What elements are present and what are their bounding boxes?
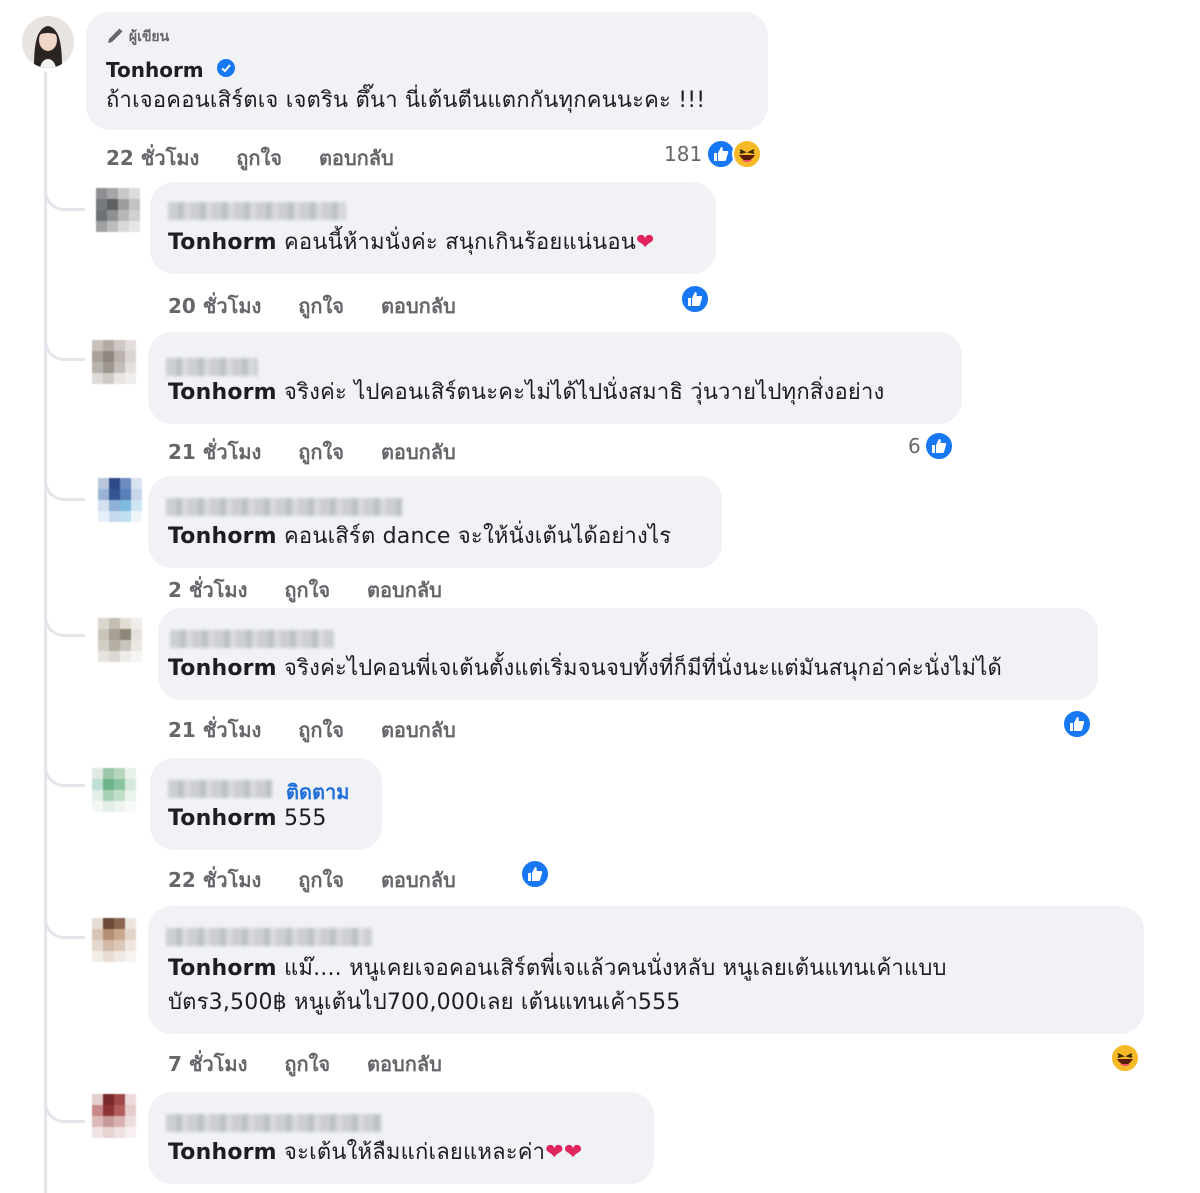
- reply-button[interactable]: ตอบกลับ: [381, 294, 456, 318]
- avatar[interactable]: [98, 478, 142, 522]
- thread-connector: [44, 1094, 85, 1123]
- comment-text: จริงค่ะ ไปคอนเสิร์ตนะคะไม่ได้ไปนั่งสมาธิ…: [284, 380, 885, 405]
- like-button[interactable]: ถูกใจ: [298, 440, 344, 464]
- mention-link[interactable]: Tonhorm: [168, 380, 277, 405]
- like-thumb-icon: [924, 431, 954, 461]
- heart-emoji: ❤❤: [545, 1140, 583, 1165]
- commenter-name[interactable]: [166, 1114, 382, 1132]
- reaction-count[interactable]: 6: [908, 434, 921, 458]
- haha-emoji-icon: [732, 139, 762, 169]
- comment-bubble: Tonhorm จะเต้นให้ลืมแก่เลยแหละค่า❤❤: [148, 1092, 654, 1184]
- thread-connector: [44, 472, 85, 501]
- author-badge: ผู้เขียน: [106, 26, 169, 48]
- mention-link[interactable]: Tonhorm: [168, 230, 277, 255]
- mention-link[interactable]: Tonhorm: [168, 806, 277, 831]
- avatar[interactable]: [92, 768, 136, 812]
- avatar[interactable]: [96, 188, 140, 232]
- comment-bubble: Tonhorm แม๊.... หนูเคยเจอคอนเสิร์ตพี่เจแ…: [148, 906, 1144, 1034]
- comment-time[interactable]: 21 ชั่วโมง: [168, 440, 261, 464]
- comment-bubble: Tonhorm จริงค่ะ ไปคอนเสิร์ตนะคะไม่ได้ไปน…: [148, 332, 962, 424]
- avatar[interactable]: [98, 618, 142, 662]
- mention-link[interactable]: Tonhorm: [168, 524, 277, 549]
- comment-time[interactable]: 22 ชั่วโมง: [106, 146, 199, 170]
- thread-connector: [44, 608, 85, 637]
- like-button[interactable]: ถูกใจ: [236, 146, 282, 170]
- like-button[interactable]: ถูกใจ: [298, 868, 344, 892]
- thread-connector: [44, 332, 85, 361]
- reply-button[interactable]: ตอบกลับ: [381, 718, 456, 742]
- thread-connector: [44, 910, 85, 939]
- like-thumb-icon: [680, 284, 710, 314]
- comment-bubble: Tonhorm คอนเสิร์ต dance จะให้นั่งเต้นได้…: [148, 476, 722, 568]
- avatar[interactable]: [92, 918, 136, 962]
- like-button[interactable]: ถูกใจ: [298, 294, 344, 318]
- comment-text: จะเต้นให้ลืมแก่เลยแหละค่า: [284, 1140, 546, 1165]
- comment-bubble: Tonhorm คอนนี้ห้ามนั่งค่ะ สนุกเกินร้อยแน…: [150, 182, 716, 274]
- commenter-name[interactable]: [166, 358, 258, 376]
- thread-connector: [44, 758, 85, 787]
- like-button[interactable]: ถูกใจ: [284, 1052, 330, 1076]
- avatar[interactable]: [92, 340, 136, 384]
- reply-button[interactable]: ตอบกลับ: [367, 1052, 442, 1076]
- mention-link[interactable]: Tonhorm: [168, 956, 277, 981]
- author-avatar[interactable]: [22, 16, 74, 68]
- reply-button[interactable]: ตอบกลับ: [381, 868, 456, 892]
- comment-time[interactable]: 20 ชั่วโมง: [168, 294, 261, 318]
- reply-button[interactable]: ตอบกลับ: [319, 146, 394, 170]
- mention-link[interactable]: Tonhorm: [168, 1140, 277, 1165]
- author-comment-bubble: ผู้เขียน Tonhorm ถ้าเจอคอนเสิร์ตเจ เจตริ…: [86, 12, 768, 130]
- commenter-name[interactable]: [168, 202, 346, 220]
- comment-text: แม๊.... หนูเคยเจอคอนเสิร์ตพี่เจแล้วคนนั่…: [284, 956, 947, 981]
- comment-bubble: Tonhorm จริงค่ะไปคอนพี่เจเต้นตั้งแต่เริ่…: [158, 608, 1098, 700]
- mention-link[interactable]: Tonhorm: [168, 656, 277, 681]
- comment-text: คอนเสิร์ต dance จะให้นั่งเต้นได้อย่างไร: [284, 524, 672, 549]
- thread-connector: [44, 182, 85, 211]
- author-comment-text: ถ้าเจอคอนเสิร์ตเจ เจตริน ตึ๊นา นี่เต้นตี…: [106, 88, 706, 113]
- like-button[interactable]: ถูกใจ: [298, 718, 344, 742]
- comment-time[interactable]: 7 ชั่วโมง: [168, 1052, 247, 1076]
- commenter-name[interactable]: [166, 928, 372, 946]
- commenter-name[interactable]: [170, 630, 334, 648]
- author-name[interactable]: Tonhorm: [106, 58, 204, 82]
- author-badge-label: ผู้เขียน: [128, 29, 170, 45]
- haha-emoji-icon: [1110, 1043, 1140, 1073]
- pencil-icon: [108, 28, 123, 43]
- comment-text-line2: บัตร3,500฿ หนูเต้นไป700,000เลย เต้นแทนเค…: [168, 990, 681, 1015]
- commenter-name[interactable]: [166, 498, 402, 516]
- comment-bubble: ติดตาม Tonhorm 555: [150, 758, 382, 850]
- comment-text: 555: [284, 806, 327, 831]
- thread-line: [44, 72, 47, 1193]
- comment-text: จริงค่ะไปคอนพี่เจเต้นตั้งแต่เริ่มจนจบทั้…: [284, 656, 1002, 681]
- heart-emoji: ❤: [635, 230, 655, 255]
- verified-badge-icon: [216, 59, 235, 77]
- avatar[interactable]: [92, 1094, 136, 1138]
- reply-button[interactable]: ตอบกลับ: [367, 578, 442, 602]
- comment-time[interactable]: 21 ชั่วโมง: [168, 718, 261, 742]
- like-button[interactable]: ถูกใจ: [284, 578, 330, 602]
- comment-time[interactable]: 22 ชั่วโมง: [168, 868, 261, 892]
- comment-text: คอนนี้ห้ามนั่งค่ะ สนุกเกินร้อยแน่นอน: [284, 230, 636, 255]
- like-thumb-icon: [1062, 709, 1092, 739]
- like-thumb-icon: [520, 859, 550, 889]
- commenter-name[interactable]: [168, 780, 272, 798]
- comment-time[interactable]: 2 ชั่วโมง: [168, 578, 247, 602]
- reply-button[interactable]: ตอบกลับ: [381, 440, 456, 464]
- reaction-count[interactable]: 181: [664, 142, 702, 166]
